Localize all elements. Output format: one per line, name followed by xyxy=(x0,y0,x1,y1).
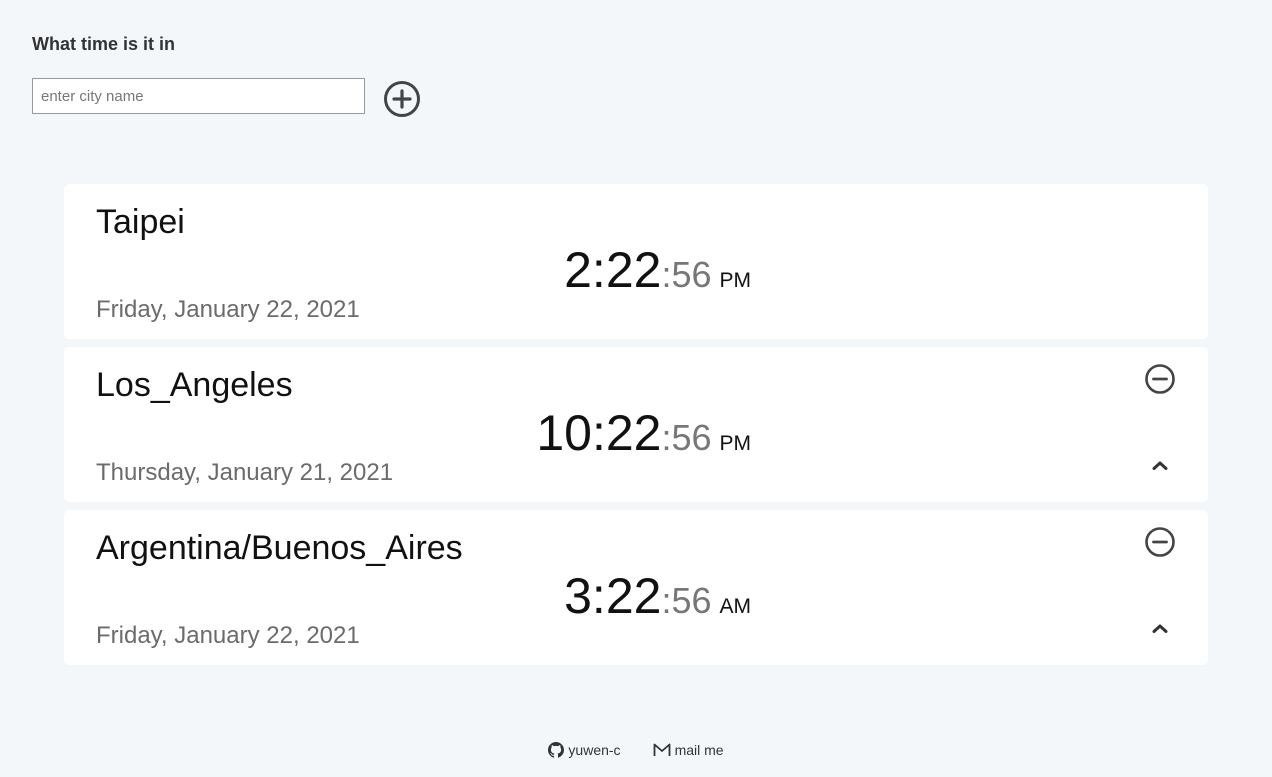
mail-icon xyxy=(653,743,670,756)
github-label: yuwen-c xyxy=(568,742,621,758)
clock-seconds: :56 xyxy=(661,254,712,295)
github-link[interactable]: yuwen-c xyxy=(548,742,621,758)
clock-hours-minutes: 2:22 xyxy=(564,242,662,298)
city-search-input[interactable] xyxy=(32,78,365,114)
city-date: Friday, January 22, 2021 xyxy=(96,296,360,323)
city-card-list: Taipei 2:22:56 PM Friday, January 22, 202… xyxy=(64,184,1208,673)
mail-label: mail me xyxy=(674,742,724,758)
remove-city-button[interactable] xyxy=(1144,526,1176,558)
clock-ampm: PM xyxy=(719,432,752,455)
collapse-button[interactable] xyxy=(1146,453,1174,477)
clock: 3:22:56 AM xyxy=(564,568,751,624)
clock-seconds: :56 xyxy=(661,417,712,458)
city-card: Taipei 2:22:56 PM Friday, January 22, 202… xyxy=(64,184,1208,339)
collapse-button[interactable] xyxy=(1146,616,1174,640)
city-date: Thursday, January 21, 2021 xyxy=(96,459,394,486)
clock-ampm: PM xyxy=(719,269,752,292)
chevron-up-icon xyxy=(1152,624,1168,633)
city-name: Los_Angeles xyxy=(96,366,293,404)
add-city-button[interactable] xyxy=(382,79,422,119)
city-card: Los_Angeles 10:22:56 PM Thursday, January… xyxy=(64,347,1208,502)
search-row xyxy=(32,73,422,119)
clock-hours-minutes: 3:22 xyxy=(564,568,662,624)
clock: 2:22:56 PM xyxy=(564,242,751,298)
minus-circle-icon xyxy=(1145,364,1175,394)
city-card: Argentina/Buenos_Aires 3:22:56 AM Friday,… xyxy=(64,510,1208,665)
clock-seconds: :56 xyxy=(661,580,712,621)
city-date: Friday, January 22, 2021 xyxy=(96,622,360,649)
minus-circle-icon xyxy=(1145,527,1175,557)
clock-ampm: AM xyxy=(719,595,752,618)
mail-link[interactable]: mail me xyxy=(653,742,724,758)
city-name: Taipei xyxy=(96,203,185,241)
chevron-up-icon xyxy=(1152,461,1168,470)
clock: 10:22:56 PM xyxy=(536,405,751,461)
footer: yuwen-c mail me xyxy=(0,742,1272,758)
clock-hours-minutes: 10:22 xyxy=(536,405,662,461)
remove-city-button[interactable] xyxy=(1144,363,1176,395)
page-title: What time is it in xyxy=(32,34,176,54)
github-icon xyxy=(548,742,565,758)
city-name: Argentina/Buenos_Aires xyxy=(96,529,463,567)
plus-circle-icon xyxy=(384,81,420,117)
header: What time is it in xyxy=(32,33,422,119)
